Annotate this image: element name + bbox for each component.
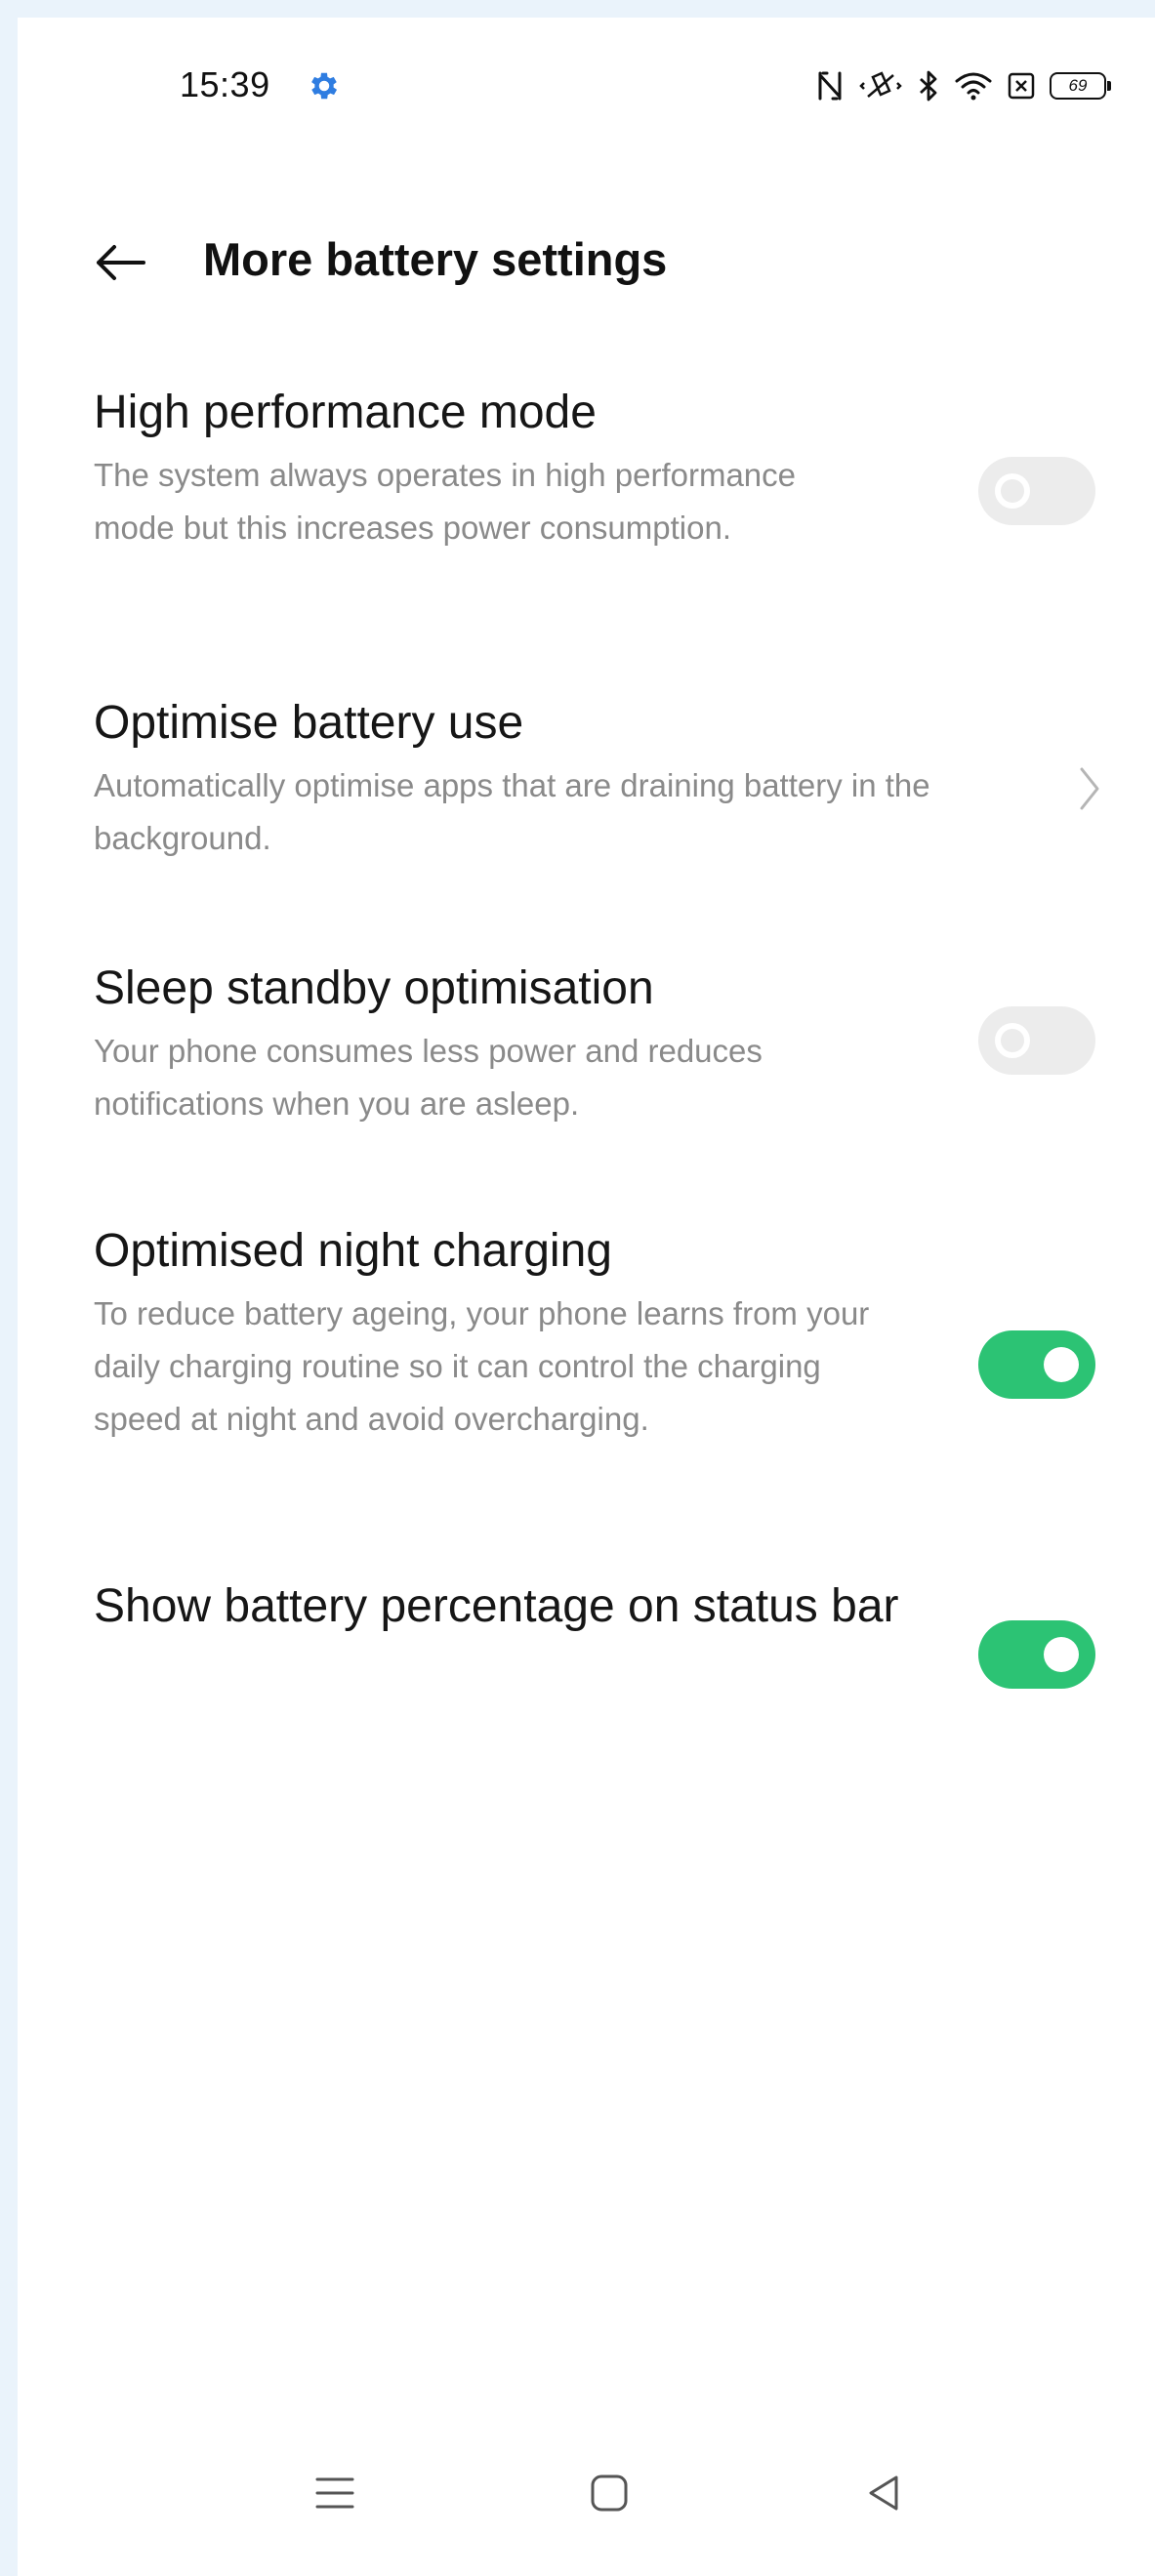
setting-description: The system always operates in high perfo… bbox=[94, 457, 797, 546]
battery-icon: 69 bbox=[1050, 72, 1111, 100]
setting-sleep-standby-optimisation[interactable]: Sleep standby optimisation Your phone co… bbox=[94, 957, 1080, 1130]
home-button[interactable] bbox=[575, 2459, 643, 2527]
wifi-icon bbox=[954, 69, 993, 102]
setting-title: Show battery percentage on status bar bbox=[94, 1580, 899, 1632]
setting-title: Optimised night charging bbox=[94, 1225, 612, 1277]
status-time: 15:39 bbox=[180, 64, 270, 104]
sleep-standby-toggle[interactable] bbox=[978, 1006, 1095, 1075]
status-icons: 69 bbox=[815, 66, 1111, 105]
nfc-icon bbox=[815, 69, 845, 102]
setting-title: Optimise battery use bbox=[94, 697, 524, 749]
setting-description: To reduce battery ageing, your phone lea… bbox=[94, 1295, 870, 1437]
setting-optimise-battery-use[interactable]: Optimise battery use Automatically optim… bbox=[94, 691, 1080, 865]
setting-show-battery-percentage[interactable]: Show battery percentage on status bar bbox=[94, 1572, 1080, 1642]
setting-description: Your phone consumes less power and reduc… bbox=[94, 1033, 763, 1122]
toggle-knob bbox=[995, 473, 1030, 509]
sim-x-icon bbox=[1007, 71, 1036, 101]
chevron-right-icon[interactable] bbox=[1070, 759, 1109, 818]
setting-high-performance-mode[interactable]: High performance mode The system always … bbox=[94, 381, 1080, 554]
setting-title: Sleep standby optimisation bbox=[94, 962, 654, 1014]
back-triangle-icon bbox=[869, 2475, 898, 2511]
toggle-knob bbox=[995, 1023, 1030, 1058]
status-bar: 15:39 69 bbox=[18, 18, 1155, 154]
page-title: More battery settings bbox=[203, 233, 668, 285]
setting-description: Automatically optimise apps that are dra… bbox=[94, 767, 930, 856]
vibrate-icon bbox=[858, 69, 903, 102]
setting-title: High performance mode bbox=[94, 387, 597, 438]
back-nav-button[interactable] bbox=[849, 2459, 918, 2527]
high-performance-toggle[interactable] bbox=[978, 457, 1095, 525]
back-button[interactable] bbox=[86, 228, 154, 297]
battery-level: 69 bbox=[1068, 76, 1088, 95]
setting-optimised-night-charging[interactable]: Optimised night charging To reduce batte… bbox=[94, 1219, 1080, 1446]
menu-button[interactable] bbox=[301, 2459, 369, 2527]
app-header: More battery settings bbox=[18, 213, 1155, 310]
battery-percentage-toggle[interactable] bbox=[978, 1620, 1095, 1689]
menu-icon bbox=[315, 2477, 354, 2509]
phone-screen: 15:39 69 More battery settings High perf… bbox=[18, 18, 1155, 2576]
arrow-left-icon bbox=[97, 245, 145, 280]
home-icon bbox=[591, 2474, 628, 2512]
toggle-knob bbox=[1044, 1637, 1079, 1672]
night-charging-toggle[interactable] bbox=[978, 1330, 1095, 1399]
bluetooth-icon bbox=[917, 69, 940, 102]
settings-gear-icon bbox=[307, 68, 342, 103]
navigation-bar bbox=[18, 2410, 1155, 2576]
toggle-knob bbox=[1044, 1347, 1079, 1382]
